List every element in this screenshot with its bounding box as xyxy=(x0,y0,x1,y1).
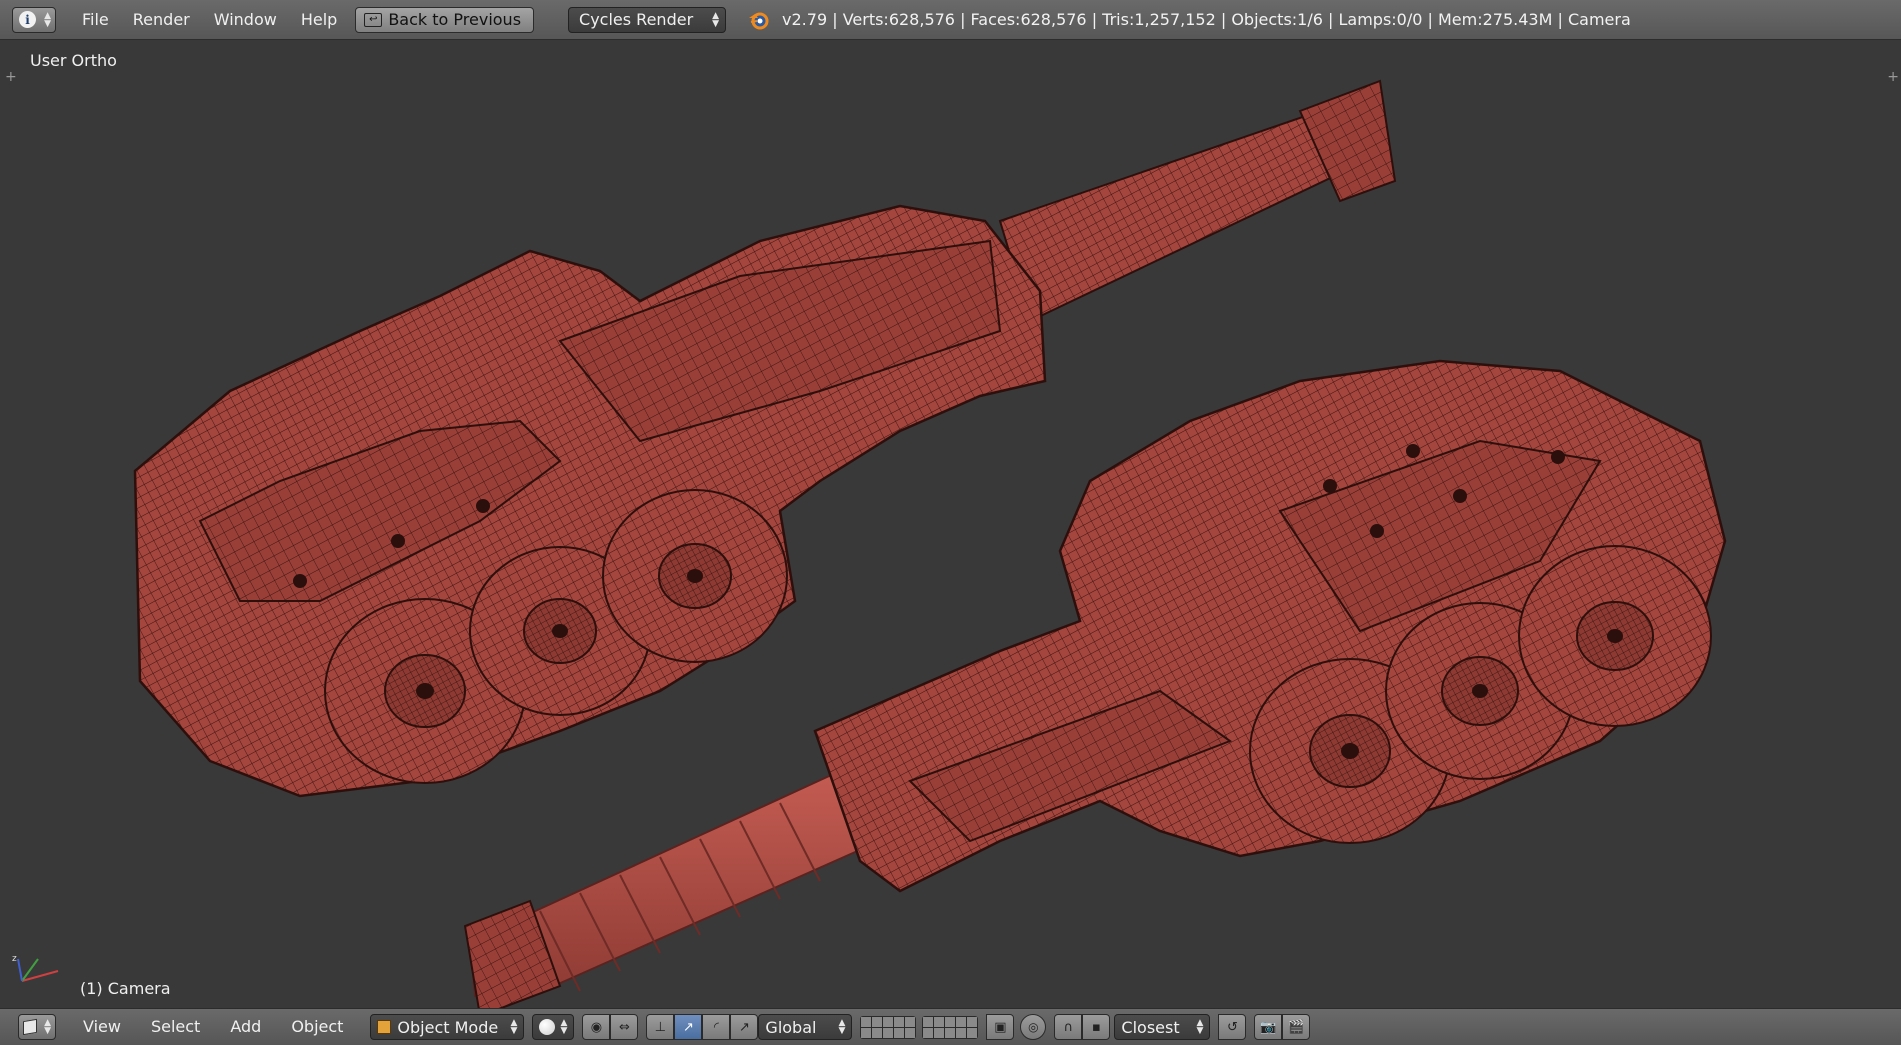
snap-group: ∩ ▪ xyxy=(1054,1014,1111,1040)
pivot-group: ◉ ⇔ xyxy=(582,1014,639,1040)
back-to-previous-button[interactable]: ↩ Back to Previous xyxy=(355,6,535,33)
menu-help[interactable]: Help xyxy=(289,7,349,33)
interaction-mode-dropdown[interactable]: Object Mode ▲ ▼ xyxy=(370,1014,525,1040)
render-engine-dropdown[interactable]: Cycles Render ▲ ▼ xyxy=(568,6,727,33)
view-label: User Ortho xyxy=(30,51,117,70)
updown-arrows-icon: ▲ ▼ xyxy=(44,1018,51,1036)
axis-gizmo-icon: z xyxy=(12,954,59,982)
editor-type-selector[interactable]: i ▲ ▼ xyxy=(12,6,56,33)
lock-camera-icon[interactable]: ▣ xyxy=(986,1014,1015,1040)
layer-buttons[interactable] xyxy=(860,1015,979,1039)
scale-manipulator-icon[interactable]: ↗ xyxy=(730,1014,759,1040)
manipulator-toggle-icon[interactable]: ⇔ xyxy=(610,1014,639,1040)
opengl-render-animation-icon[interactable]: 🎬 xyxy=(1282,1014,1311,1040)
solid-sphere-icon xyxy=(539,1019,556,1035)
editor-type-selector[interactable]: ▲ ▼ xyxy=(18,1014,56,1040)
layer-block-1[interactable] xyxy=(860,1015,917,1039)
updown-arrows-icon: ▲ ▼ xyxy=(838,1018,846,1036)
view-menu-bar: View Select Add Object xyxy=(68,1014,358,1040)
manipulator-group: ⊥ ↗ ◜ ↗ xyxy=(646,1014,759,1040)
scene-stats: v2.79 | Verts:628,576 | Faces:628,576 | … xyxy=(782,10,1631,29)
render-engine-value: Cycles Render xyxy=(579,10,694,29)
svg-text:z: z xyxy=(12,954,17,964)
properties-expand-icon[interactable]: + xyxy=(1887,69,1899,85)
blender-logo-icon xyxy=(749,12,769,29)
wheel-3 xyxy=(602,489,788,663)
snap-target-value: Closest xyxy=(1121,1017,1180,1037)
wheel-6 xyxy=(1518,545,1712,727)
transform-orientation-dropdown[interactable]: Global ▲ ▼ xyxy=(758,1014,853,1040)
menu-add[interactable]: Add xyxy=(215,1014,276,1040)
updown-arrows-icon: ▲ ▼ xyxy=(510,1018,518,1036)
menu-render[interactable]: Render xyxy=(121,7,202,33)
render-group: 📷 🎬 xyxy=(1254,1014,1311,1040)
transform-orientation-value: Global xyxy=(765,1017,817,1037)
3d-viewport[interactable]: + + User Ortho z (1) Camera xyxy=(0,41,1901,1008)
back-to-previous-label: Back to Previous xyxy=(388,10,522,29)
object-mode-icon xyxy=(377,1020,392,1034)
top-menu: File Render Window Help xyxy=(70,7,349,33)
info-icon: i xyxy=(19,11,36,28)
mesh-scene xyxy=(133,79,1727,1008)
interaction-mode-value: Object Mode xyxy=(397,1017,499,1037)
proportional-edit-icon[interactable]: ◎ xyxy=(1020,1014,1047,1040)
3d-view-icon xyxy=(23,1018,37,1036)
back-icon: ↩ xyxy=(364,12,383,27)
menu-view[interactable]: View xyxy=(68,1014,136,1040)
pivot-point-icon[interactable]: ◉ xyxy=(582,1014,611,1040)
info-header: i ▲ ▼ File Render Window Help ↩ Back to P… xyxy=(0,0,1901,40)
updown-arrows-icon: ▲ ▼ xyxy=(712,10,720,29)
toolshelf-expand-icon[interactable]: + xyxy=(5,69,17,85)
layer-block-2[interactable] xyxy=(922,1015,979,1039)
snap-element-icon[interactable]: ▪ xyxy=(1082,1014,1111,1040)
snap-options-group: ↺ xyxy=(1218,1014,1247,1040)
3d-view-header: ▲ ▼ View Select Add Object Object Mode ▲ ▼… xyxy=(0,1008,1901,1045)
manipulator-axes-icon[interactable]: ⊥ xyxy=(646,1014,675,1040)
updown-arrows-icon: ▲ ▼ xyxy=(560,1018,568,1036)
snap-magnet-icon[interactable]: ∩ xyxy=(1054,1014,1083,1040)
menu-file[interactable]: File xyxy=(70,7,121,33)
translate-manipulator-icon[interactable]: ↗ xyxy=(674,1014,703,1040)
active-object-label: (1) Camera xyxy=(80,979,171,998)
menu-window[interactable]: Window xyxy=(202,7,289,33)
snap-target-dropdown[interactable]: Closest ▲ ▼ xyxy=(1114,1014,1211,1040)
opengl-render-image-icon[interactable]: 📷 xyxy=(1254,1014,1283,1040)
snap-align-rotation-icon[interactable]: ↺ xyxy=(1218,1014,1247,1040)
menu-object[interactable]: Object xyxy=(276,1014,358,1040)
rotate-manipulator-icon[interactable]: ◜ xyxy=(702,1014,731,1040)
updown-arrows-icon: ▲ ▼ xyxy=(44,10,51,29)
updown-arrows-icon: ▲ ▼ xyxy=(1196,1018,1204,1036)
lock-group: ▣ xyxy=(986,1014,1015,1040)
viewport-shading-dropdown[interactable]: ▲ ▼ xyxy=(532,1014,575,1040)
menu-select[interactable]: Select xyxy=(136,1014,215,1040)
